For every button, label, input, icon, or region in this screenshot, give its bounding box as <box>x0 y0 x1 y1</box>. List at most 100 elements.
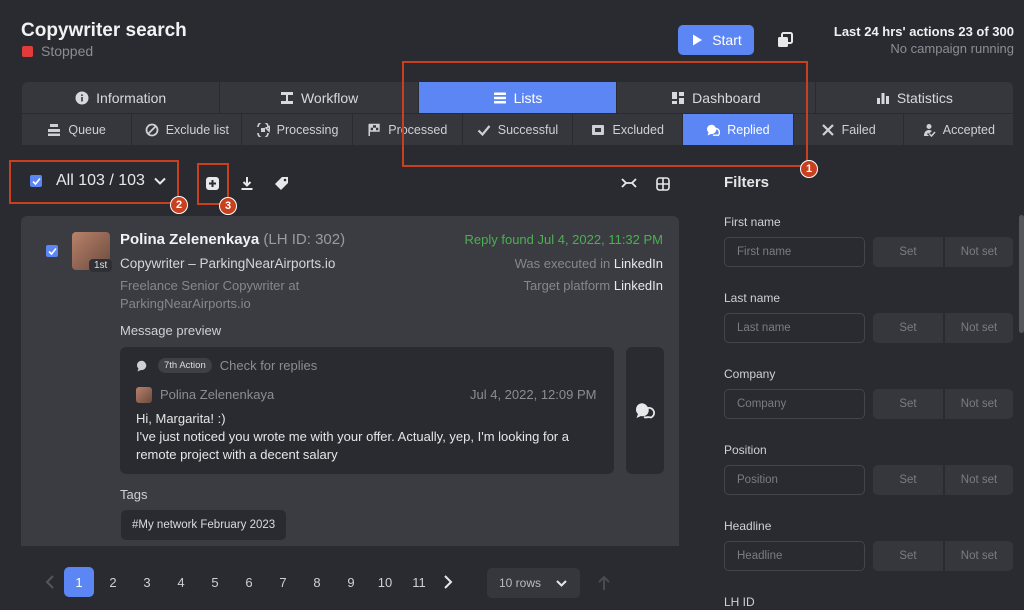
action-name: Check for replies <box>219 358 318 373</box>
message-date: Jul 4, 2022, 12:09 PM <box>470 387 597 402</box>
page-button[interactable]: 11 <box>404 567 434 597</box>
filter-label-position: Position <box>724 443 767 457</box>
executed-prefix: Was executed in <box>514 256 611 271</box>
company-input[interactable]: Company <box>724 389 865 419</box>
tab-exclude-list[interactable]: Exclude list <box>132 114 243 145</box>
check-icon <box>47 247 57 255</box>
tab-processing[interactable]: Processing <box>242 114 353 145</box>
tab-failed[interactable]: Failed <box>794 114 904 145</box>
pagination: 1 2 3 4 5 6 7 8 9 10 11 <box>40 567 458 597</box>
message-text: Hi, Margarita! :) I've just noticed you … <box>136 411 569 462</box>
scrollbar[interactable] <box>1019 215 1024 333</box>
tab-label: Failed <box>841 122 876 137</box>
chat-icon <box>136 360 147 371</box>
profile-name-text: Polina Zelenenkaya <box>120 231 260 248</box>
chevron-down-icon <box>556 579 567 587</box>
headline-input[interactable]: Headline <box>724 541 865 571</box>
page-button[interactable]: 7 <box>268 567 298 597</box>
tab-label: Exclude list <box>165 122 229 137</box>
tab-accepted[interactable]: Accepted <box>904 114 1013 145</box>
duplicate-icon[interactable] <box>776 31 794 49</box>
start-label: Start <box>712 32 742 48</box>
tab-workflow[interactable]: Workflow <box>220 82 419 113</box>
tab-label: Information <box>96 89 167 106</box>
action-pill: 7th Action <box>158 358 212 373</box>
download-icon[interactable] <box>240 176 254 191</box>
quota-usage: Last 24 hrs' actions 23 of 300 <box>833 24 1014 39</box>
chevron-right-icon[interactable] <box>438 567 458 597</box>
company-set-button[interactable]: Set <box>873 389 943 419</box>
start-button[interactable]: Start <box>678 25 754 55</box>
last-name-not-set-button[interactable]: Not set <box>945 313 1013 343</box>
status-label: Stopped <box>41 43 94 59</box>
open-conversation-button[interactable] <box>626 347 664 474</box>
page-button[interactable]: 10 <box>370 567 400 597</box>
actions-quota: Last 24 hrs' actions 23 of 300 No campai… <box>834 23 1014 57</box>
tab-information[interactable]: Information <box>22 82 221 113</box>
chevron-left-icon[interactable] <box>40 567 60 597</box>
tag-chip[interactable]: #My network February 2023 <box>121 510 287 540</box>
position-input[interactable]: Position <box>724 465 865 495</box>
lh-id: (LH ID: 302) <box>263 231 346 248</box>
annotation-badge-3: 3 <box>219 197 237 215</box>
page-button[interactable]: 8 <box>302 567 332 597</box>
company-not-set-button[interactable]: Not set <box>945 389 1013 419</box>
first-name-input[interactable]: First name <box>724 237 865 267</box>
select-all-checkbox[interactable] <box>30 175 42 187</box>
reply-found-status: Reply found Jul 4, 2022, 11:32 PM <box>464 232 664 247</box>
campaign-status: Stopped <box>22 43 93 59</box>
headline-not-set-button[interactable]: Not set <box>945 541 1013 571</box>
rows-per-page-select[interactable]: 10 rows <box>487 568 580 598</box>
play-icon <box>693 34 703 46</box>
filter-label-first-name: First name <box>724 215 781 229</box>
page-button[interactable]: 9 <box>336 567 366 597</box>
flag-icon <box>368 123 380 136</box>
page-button[interactable]: 5 <box>200 567 230 597</box>
processing-icon <box>256 122 270 137</box>
check-icon <box>31 177 41 185</box>
campaign-running-status: No campaign running <box>890 41 1014 56</box>
page-button[interactable]: 6 <box>234 567 264 597</box>
page-button[interactable]: 3 <box>132 567 162 597</box>
add-to-list-icon[interactable] <box>205 176 220 191</box>
profile-role: Copywriter – ParkingNearAirports.io <box>120 256 336 271</box>
rows-per-page-value: 10 rows <box>499 576 542 590</box>
tab-queue[interactable]: Queue <box>22 114 133 145</box>
first-name-set-button[interactable]: Set <box>873 237 943 267</box>
page-title: Copywriter search <box>21 20 187 41</box>
filter-label-lh-id: LH ID <box>724 595 755 609</box>
annotation-badge-2: 2 <box>170 196 188 214</box>
page-button[interactable]: 4 <box>166 567 196 597</box>
row-checkbox[interactable] <box>46 245 58 257</box>
first-name-not-set-button[interactable]: Not set <box>945 237 1013 267</box>
position-set-button[interactable]: Set <box>873 465 943 495</box>
annotation-box-1 <box>402 61 808 167</box>
tab-statistics[interactable]: Statistics <box>816 82 1013 113</box>
selection-bar: All 103 / 103 <box>30 172 167 190</box>
tab-label: Workflow <box>300 89 359 106</box>
position-not-set-button[interactable]: Not set <box>945 465 1013 495</box>
filters-title: Filters <box>724 174 770 191</box>
page-button[interactable]: 1 <box>64 567 94 597</box>
tag-icon[interactable] <box>274 176 289 191</box>
grid-view-icon[interactable] <box>656 177 670 191</box>
x-icon <box>821 123 834 136</box>
last-name-set-button[interactable]: Set <box>873 313 943 343</box>
target-platform: Target platform LinkedIn <box>524 278 663 293</box>
page-button[interactable]: 2 <box>98 567 128 597</box>
last-name-input[interactable]: Last name <box>724 313 865 343</box>
chevron-down-icon[interactable] <box>153 174 167 188</box>
workflow-icon <box>280 91 293 104</box>
executed-platform: LinkedIn <box>613 256 663 271</box>
scroll-to-top-icon[interactable] <box>597 575 611 591</box>
annotation-badge-1: 1 <box>800 160 818 178</box>
selection-count[interactable]: All 103 / 103 <box>56 172 145 190</box>
headline-set-button[interactable]: Set <box>873 541 943 571</box>
status-stopped-icon <box>22 45 33 57</box>
collapse-icon[interactable] <box>621 177 637 190</box>
filter-label-company: Company <box>724 367 776 381</box>
stats-icon <box>876 92 889 104</box>
filter-label-headline: Headline <box>724 519 772 533</box>
connection-degree-badge: 1st <box>89 259 113 272</box>
profile-name[interactable]: Polina Zelenenkaya (LH ID: 302) <box>120 231 345 248</box>
